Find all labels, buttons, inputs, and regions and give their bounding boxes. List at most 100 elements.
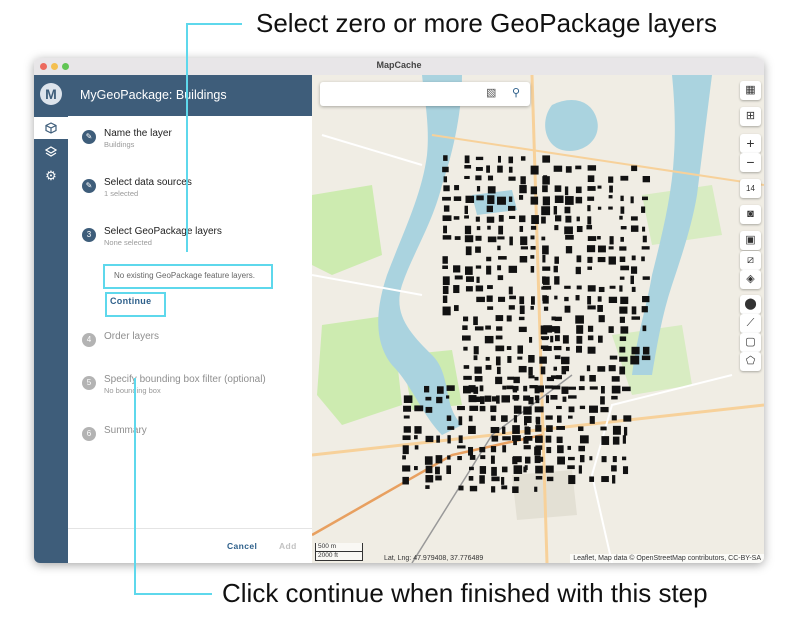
building-footprint — [479, 466, 487, 474]
lake — [545, 100, 598, 151]
search-box[interactable]: ▧ ⚲ — [320, 82, 530, 106]
building-footprint — [454, 185, 460, 191]
building-footprint — [534, 486, 538, 492]
cube-icon[interactable] — [34, 117, 68, 139]
building-footprint — [506, 315, 512, 322]
building-footprint — [575, 186, 582, 194]
building-footprint — [495, 376, 503, 385]
building-footprint — [589, 386, 598, 390]
building-footprint — [480, 455, 486, 460]
mapcache-logo-icon[interactable]: M — [40, 83, 62, 105]
building-footprint — [609, 185, 613, 193]
building-footprint — [597, 236, 601, 240]
building-footprint — [535, 465, 543, 474]
building-footprint — [540, 366, 546, 375]
building-footprint — [463, 346, 468, 351]
polygon-icon[interactable]: ⬠ — [740, 352, 761, 371]
building-footprint — [506, 385, 514, 390]
cancel-button[interactable]: Cancel — [227, 541, 257, 551]
building-footprint — [442, 196, 451, 201]
building-footprint — [508, 166, 513, 173]
building-footprint — [468, 395, 477, 403]
building-footprint — [564, 186, 569, 196]
building-footprint — [513, 395, 519, 401]
building-footprint — [497, 236, 505, 240]
building-footprint — [414, 435, 418, 440]
building-footprint — [567, 445, 572, 450]
building-footprint — [542, 185, 548, 193]
building-footprint — [442, 235, 452, 240]
rectangle-icon[interactable]: ▢ — [740, 333, 761, 352]
building-footprint — [402, 455, 406, 460]
building-footprint — [568, 456, 575, 461]
building-footprint — [620, 175, 629, 181]
camera-icon[interactable]: ◙ — [740, 205, 761, 224]
building-footprint — [565, 246, 573, 254]
building-footprint — [523, 395, 531, 401]
layers-icon[interactable]: ◈ — [740, 270, 761, 289]
building-footprint — [608, 206, 613, 210]
layers-off-icon[interactable]: ⧄ — [740, 251, 761, 270]
building-footprint — [556, 436, 563, 444]
zoom-in-icon[interactable]: + — [740, 134, 761, 153]
map-view[interactable]: ▧ ⚲ ▦ ⊞ + − 14 ◙ ▣ ⧄ ◈ ⬤ ⟋ ▢ ⬠ 500 m 200… — [312, 75, 764, 563]
building-footprint — [576, 216, 580, 222]
building-footprint — [495, 315, 504, 322]
building-footprint — [520, 246, 528, 250]
building-footprint — [630, 355, 640, 365]
building-footprint — [442, 295, 448, 303]
map-filter-off-icon[interactable]: ▧ — [486, 86, 496, 99]
building-footprint — [491, 476, 500, 482]
building-footprint — [490, 415, 496, 421]
polyline-icon[interactable]: ⟋ — [740, 314, 761, 333]
building-footprint — [631, 255, 636, 261]
building-footprint — [497, 165, 503, 173]
building-footprint — [578, 426, 584, 432]
building-footprint — [424, 385, 430, 393]
building-footprint — [468, 476, 474, 481]
grid-icon[interactable]: ⊞ — [740, 107, 761, 126]
building-footprint — [491, 486, 496, 493]
building-footprint — [513, 415, 518, 423]
map-icon[interactable]: ▦ — [740, 81, 761, 100]
building-footprint — [485, 365, 492, 370]
panel-title: MyGeoPackage: Buildings — [80, 88, 227, 102]
layers-icon[interactable] — [34, 141, 68, 163]
building-footprint — [469, 485, 478, 492]
building-footprint — [587, 165, 597, 171]
add-button[interactable]: Add — [279, 541, 297, 551]
building-footprint — [502, 385, 507, 390]
callout-line — [134, 378, 136, 594]
building-footprint — [642, 196, 648, 201]
gear-icon[interactable]: ⚙ — [34, 165, 68, 187]
building-footprint — [534, 395, 539, 401]
building-footprint — [608, 195, 613, 199]
extent-icon[interactable]: ▣ — [740, 231, 761, 250]
building-footprint — [598, 286, 605, 293]
building-footprint — [576, 345, 583, 353]
building-footprint — [518, 326, 527, 333]
building-footprint — [612, 436, 620, 445]
zoom-out-icon[interactable]: − — [740, 153, 761, 172]
building-footprint — [546, 446, 552, 454]
building-footprint — [464, 235, 474, 243]
search-icon[interactable]: ⚲ — [512, 86, 520, 99]
building-footprint — [519, 215, 526, 223]
building-footprint — [543, 306, 549, 311]
callout-line — [134, 593, 212, 595]
building-footprint — [545, 385, 554, 389]
building-footprint — [443, 225, 448, 234]
building-footprint — [568, 395, 577, 399]
building-footprint — [528, 355, 535, 363]
building-footprint — [554, 185, 562, 192]
building-footprint — [543, 325, 553, 333]
building-footprint — [641, 206, 646, 213]
building-footprint — [425, 406, 433, 413]
building-footprint — [473, 316, 478, 326]
marker-icon[interactable]: ⬤ — [740, 295, 761, 314]
building-footprint — [568, 386, 576, 390]
step-subtitle: No bounding box — [104, 386, 161, 395]
building-footprint — [403, 426, 411, 433]
building-footprint — [519, 296, 525, 305]
building-footprint — [468, 446, 474, 456]
